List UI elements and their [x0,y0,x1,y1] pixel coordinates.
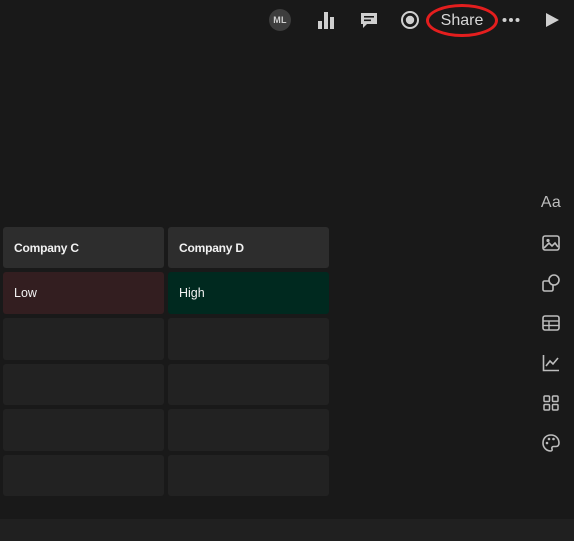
share-label: Share [440,11,484,29]
header-label: Company C [14,240,79,255]
table-cell[interactable] [3,318,164,360]
cell-value: Low [14,286,37,300]
table-header-cell[interactable]: Company C [3,227,164,268]
table-cell[interactable] [3,364,164,405]
text-tool-label: Aa [540,194,562,211]
header-label: Company D [179,240,244,255]
comment-icon[interactable] [359,10,379,30]
table-cell[interactable] [168,318,329,360]
analytics-icon[interactable] [316,10,336,30]
table-cell[interactable]: High [168,272,329,314]
play-icon[interactable] [542,10,562,30]
table-cell[interactable]: Low [3,272,164,314]
bottom-bar [0,519,574,541]
image-icon[interactable] [540,232,562,254]
text-icon[interactable]: Aa [540,192,562,214]
table-icon[interactable] [540,312,562,334]
table-cell[interactable] [3,409,164,451]
more-icon[interactable] [501,10,521,30]
cell-value: High [179,286,205,300]
table-cell[interactable] [3,455,164,496]
chart-icon[interactable] [540,352,562,374]
record-icon[interactable] [400,10,420,30]
shapes-icon[interactable] [540,272,562,294]
table-cell[interactable] [168,409,329,451]
share-button[interactable]: Share [426,4,498,37]
table-cell[interactable] [168,364,329,405]
table-header-cell[interactable]: Company D [168,227,329,268]
apps-icon[interactable] [540,392,562,414]
table-cell[interactable] [168,455,329,496]
canvas-page: ML Share Company C Company D Low High Aa [0,0,574,541]
palette-icon[interactable] [540,432,562,454]
user-avatar[interactable]: ML [269,9,291,31]
